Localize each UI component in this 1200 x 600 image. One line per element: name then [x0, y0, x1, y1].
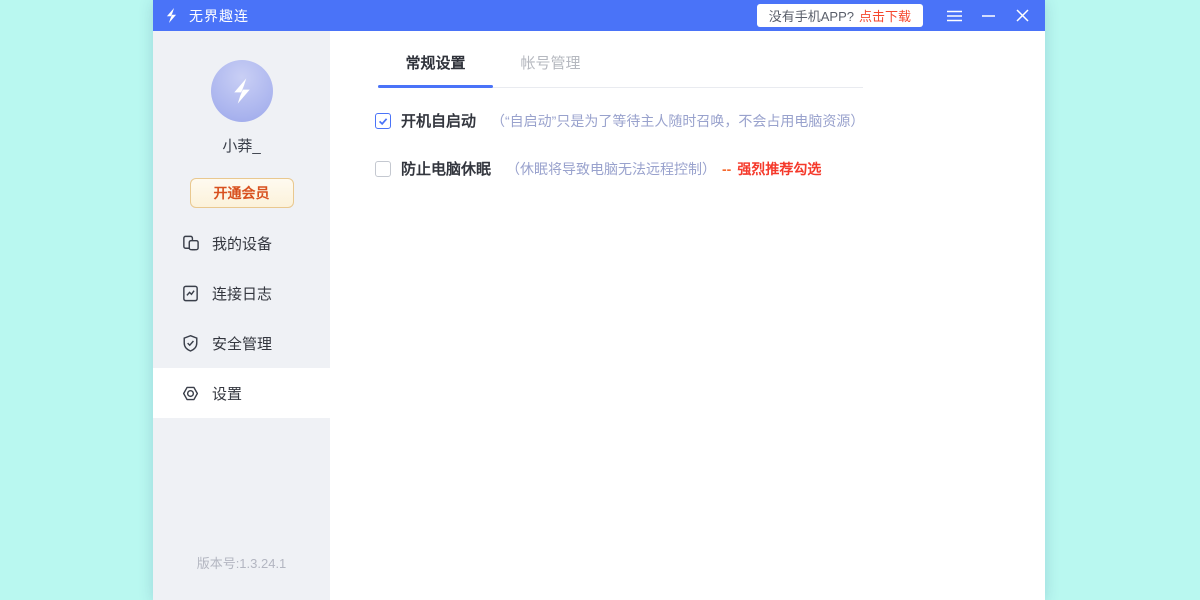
- minimize-icon[interactable]: [971, 0, 1005, 31]
- avatar[interactable]: [210, 60, 273, 122]
- menu-icon[interactable]: [937, 0, 971, 31]
- security-shield-icon: [181, 334, 200, 353]
- devices-icon: [181, 234, 200, 253]
- titlebar: 无界趣连 没有手机APP? 点击下载: [153, 0, 1045, 31]
- download-action-text: 点击下载: [858, 9, 911, 24]
- tab-general-settings[interactable]: 常规设置: [378, 52, 493, 88]
- prevent-sleep-checkbox[interactable]: [375, 160, 391, 177]
- close-icon[interactable]: [1005, 0, 1039, 31]
- version-label: 版本号:1.3.24.1: [196, 556, 287, 571]
- setting-note: （休眠将导致电脑无法远程控制）: [506, 160, 717, 177]
- open-vip-button[interactable]: 开通会员: [189, 178, 294, 208]
- auto-start-checkbox[interactable]: [375, 112, 391, 129]
- setting-note: （“自启动”只是为了等待主人随时召唤，不会占用电脑资源）: [491, 112, 865, 129]
- recommend-check-text: 强烈推荐勾选: [737, 160, 822, 177]
- sidebar: 小莽_ 开通会员 我的设备 连接日志 安全管理 设置 版本号:1.3.24.1: [153, 31, 330, 600]
- app-title: 无界趣连: [189, 7, 249, 24]
- setting-row-prevent-sleep: 防止电脑休眠 （休眠将导致电脑无法远程控制） -- 强烈推荐勾选: [375, 158, 1045, 179]
- sidebar-item-settings[interactable]: 设置: [153, 368, 330, 418]
- sidebar-item-security[interactable]: 安全管理: [153, 318, 330, 368]
- app-logo-lightning-icon: [162, 6, 181, 25]
- sidebar-item-label: 安全管理: [212, 335, 273, 353]
- settings-tabs: 常规设置 帐号管理: [378, 52, 863, 88]
- tab-account-management[interactable]: 帐号管理: [493, 52, 608, 87]
- sidebar-menu: 我的设备 连接日志 安全管理 设置: [153, 218, 330, 418]
- username: 小莽_: [222, 138, 261, 155]
- app-window: 无界趣连 没有手机APP? 点击下载 小莽_ 开通会员 我的设备 连接日志 安全…: [153, 0, 1045, 600]
- sidebar-item-my-devices[interactable]: 我的设备: [153, 218, 330, 268]
- settings-icon: [181, 384, 200, 403]
- download-prompt-text: 没有手机APP?: [768, 9, 854, 24]
- checkmark-icon: [378, 117, 388, 125]
- setting-row-auto-start: 开机自启动 （“自启动”只是为了等待主人随时召唤，不会占用电脑资源）: [375, 110, 1045, 131]
- sidebar-item-label: 连接日志: [212, 285, 273, 303]
- setting-label: 开机自启动: [401, 113, 477, 130]
- settings-panel: 常规设置 帐号管理 开机自启动 （“自启动”只是为了等待主人随时召唤，不会占用电…: [330, 31, 1045, 600]
- note-dash: --: [722, 160, 732, 177]
- connection-log-icon: [181, 284, 200, 303]
- sidebar-item-label: 设置: [212, 385, 243, 403]
- sidebar-item-label: 我的设备: [212, 235, 273, 253]
- download-app-button[interactable]: 没有手机APP? 点击下载: [756, 4, 923, 27]
- setting-label: 防止电脑休眠: [401, 161, 492, 178]
- sidebar-item-connection-log[interactable]: 连接日志: [153, 268, 330, 318]
